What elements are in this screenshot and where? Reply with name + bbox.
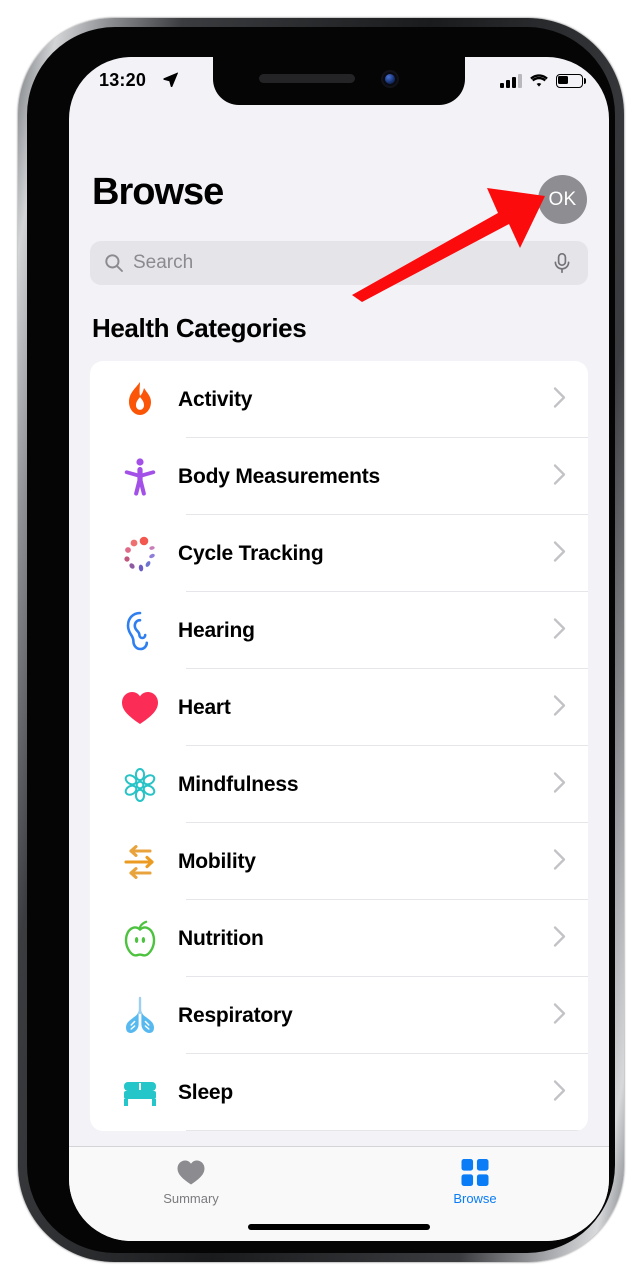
chevron-right-icon — [553, 1079, 566, 1106]
tab-browse[interactable]: Browse — [410, 1159, 540, 1206]
search-icon — [104, 253, 124, 273]
chevron-right-icon — [553, 925, 566, 952]
phone-screen: 13:20 Browse OK Search Health Categories… — [69, 57, 609, 1241]
wifi-icon — [530, 74, 548, 87]
profile-avatar[interactable]: OK — [538, 175, 587, 224]
tab-label: Browse — [453, 1191, 497, 1206]
cellular-bars-icon — [500, 74, 522, 88]
category-row-heart[interactable]: Heart — [90, 669, 588, 746]
chevron-right-icon — [553, 694, 566, 721]
category-label: Cycle Tracking — [178, 541, 324, 565]
category-row-body-measurements[interactable]: Body Measurements — [90, 438, 588, 515]
grid-squares-icon — [461, 1159, 489, 1186]
phone-frame: 13:20 Browse OK Search Health Categories… — [18, 18, 624, 1262]
category-row-hearing[interactable]: Hearing — [90, 592, 588, 669]
page-title: Browse — [92, 171, 224, 213]
location-arrow-icon — [162, 71, 179, 93]
chevron-right-icon — [553, 848, 566, 875]
chevron-right-icon — [553, 386, 566, 413]
category-row-nutrition[interactable]: Nutrition — [90, 900, 588, 977]
home-indicator[interactable] — [248, 1224, 430, 1230]
category-label: Heart — [178, 695, 231, 719]
notch — [213, 57, 465, 105]
category-label: Sleep — [178, 1080, 234, 1104]
flame-icon — [112, 381, 168, 419]
ear-icon — [112, 611, 168, 651]
apple-icon — [112, 919, 168, 959]
browse-screen: Browse OK Search Health Categories Activ… — [69, 105, 609, 1241]
tab-summary[interactable]: Summary — [126, 1159, 256, 1206]
mandala-icon — [112, 765, 168, 805]
section-title: Health Categories — [92, 313, 307, 343]
speaker-grille-icon — [259, 74, 355, 83]
bed-icon — [112, 1078, 168, 1108]
category-row-mindfulness[interactable]: Mindfulness — [90, 746, 588, 823]
category-row-mobility[interactable]: Mobility — [90, 823, 588, 900]
chevron-right-icon — [553, 771, 566, 798]
category-label: Nutrition — [178, 926, 264, 950]
category-label: Mindfulness — [178, 772, 299, 796]
tab-label: Summary — [163, 1191, 219, 1206]
search-input[interactable]: Search — [90, 241, 588, 285]
category-label: Hearing — [178, 618, 255, 642]
chevron-right-icon — [553, 617, 566, 644]
category-label: Mobility — [178, 849, 256, 873]
status-icons — [500, 73, 587, 88]
category-label: Respiratory — [178, 1003, 293, 1027]
battery-icon — [556, 74, 587, 88]
status-time: 13:20 — [99, 70, 147, 90]
category-row-cycle-tracking[interactable]: Cycle Tracking — [90, 515, 588, 592]
chevron-right-icon — [553, 463, 566, 490]
heart-icon — [112, 690, 168, 726]
category-label: Body Measurements — [178, 464, 380, 488]
microphone-icon[interactable] — [551, 252, 573, 279]
category-row-sleep[interactable]: Sleep — [90, 1054, 588, 1131]
person-icon — [112, 457, 168, 497]
category-label: Activity — [178, 387, 253, 411]
chevron-right-icon — [553, 1002, 566, 1029]
category-row-respiratory[interactable]: Respiratory — [90, 977, 588, 1054]
row-separator — [186, 1130, 588, 1131]
search-placeholder: Search — [133, 252, 194, 273]
cycle-icon — [112, 534, 168, 574]
chevron-right-icon — [553, 540, 566, 567]
arrows-icon — [112, 844, 168, 880]
lungs-icon — [112, 996, 168, 1036]
front-camera-icon — [381, 70, 399, 88]
health-categories-card: Activity Body Measurements Cycle Trackin… — [90, 361, 588, 1131]
category-row-activity[interactable]: Activity — [90, 361, 588, 438]
profile-initials: OK — [548, 188, 577, 210]
heart-icon — [177, 1160, 205, 1185]
